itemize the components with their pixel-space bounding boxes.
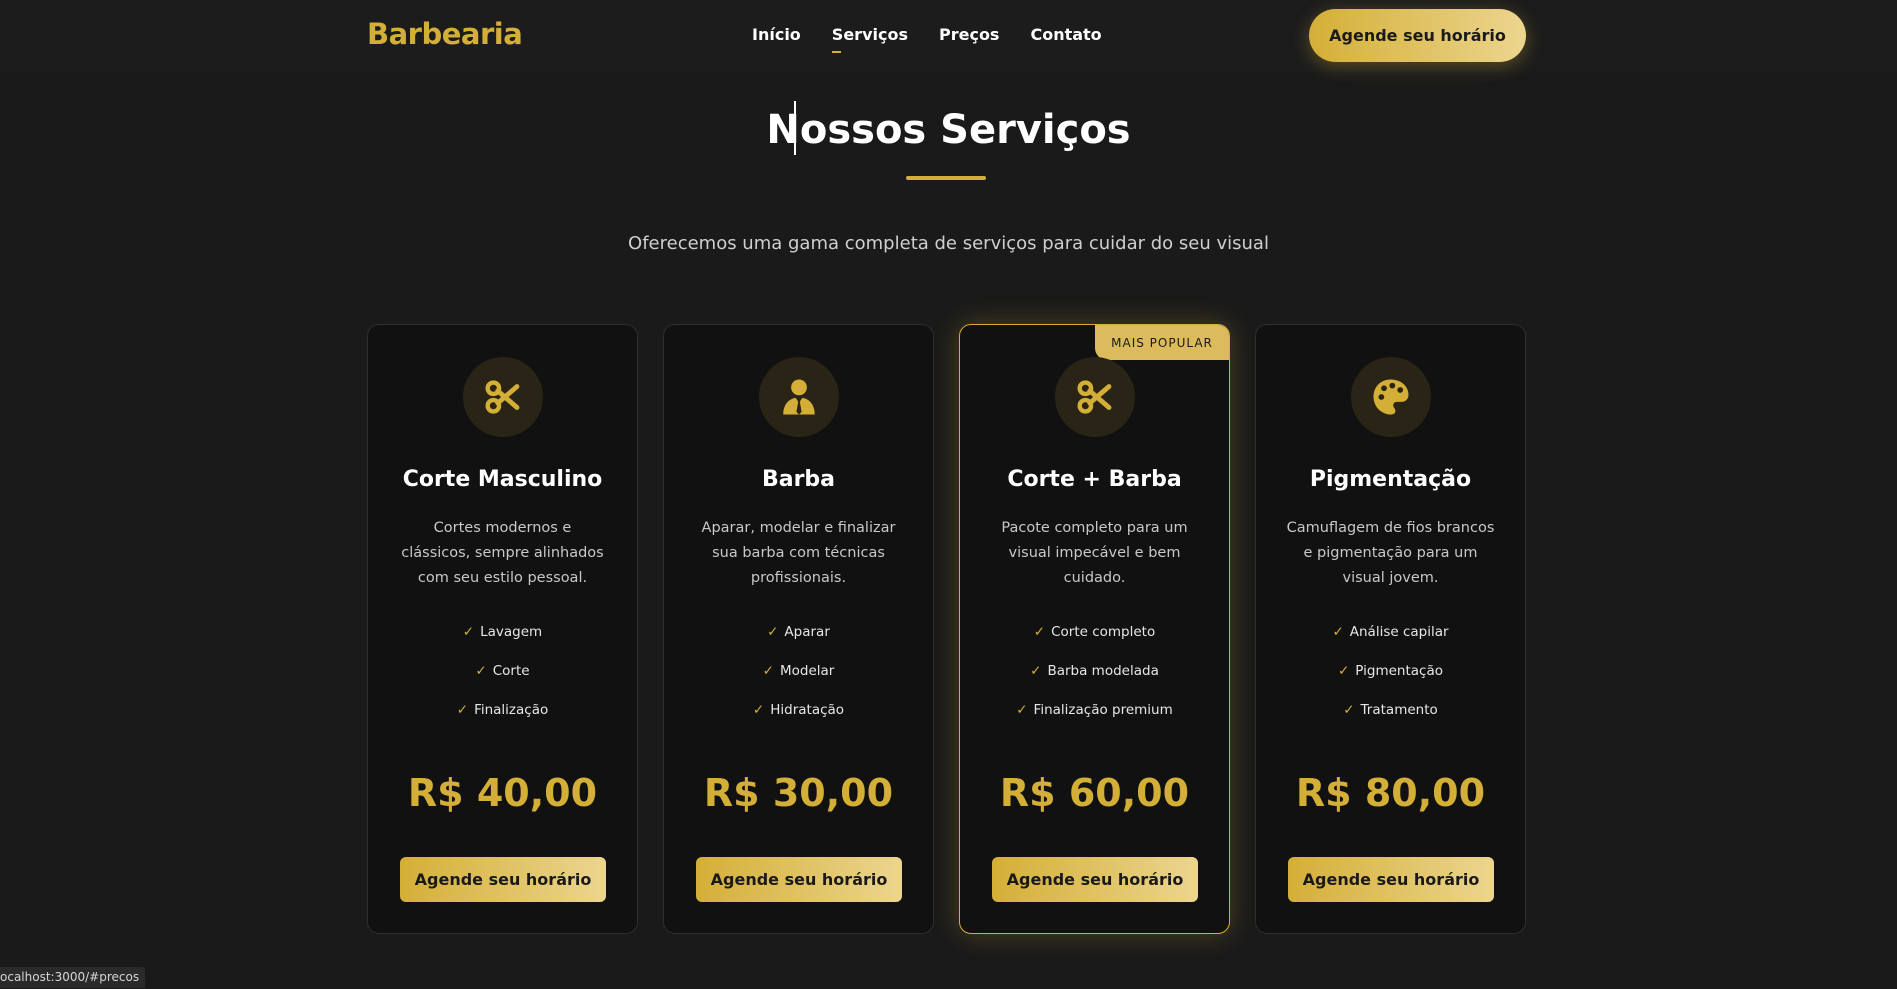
user-tie-icon: [759, 357, 839, 437]
check-icon: ✓: [1332, 624, 1344, 640]
nav-contato[interactable]: Contato: [1030, 25, 1101, 44]
feature-list: ✓ Aparar ✓ Modelar ✓ Hidratação: [664, 624, 933, 741]
feature-item: ✓ Corte completo: [1033, 624, 1156, 640]
card-description: Aparar, modelar e finalizar sua barba co…: [701, 520, 896, 586]
feature-list: ✓ Corte completo ✓ Barba modelada ✓ Finaliz…: [960, 624, 1229, 741]
feature-item: ✓ Tratamento: [1343, 702, 1438, 718]
feature-list: ✓ Análise capilar ✓ Pigmentação ✓ Tratament…: [1256, 624, 1525, 741]
header-schedule-button[interactable]: Agende seu horário: [1309, 9, 1526, 62]
popular-badge: MAIS POPULAR: [1095, 325, 1229, 360]
card-price: R$ 40,00: [407, 771, 598, 815]
feature-item: ✓ Finalização: [456, 702, 549, 718]
check-icon: ✓: [752, 702, 765, 718]
feature-item: ✓ Corte: [475, 663, 530, 679]
section-heading: Nossos Serviços: [0, 100, 1897, 160]
brand-logo[interactable]: Barbearia: [367, 17, 523, 51]
section-title: Nossos Serviços: [766, 107, 1131, 153]
title-underline: [906, 176, 986, 180]
card-title: Corte Masculino: [402, 467, 603, 492]
check-icon: ✓: [1343, 702, 1355, 718]
feature-item: ✓ Lavagem: [462, 624, 543, 640]
nav-precos[interactable]: Preços: [939, 25, 999, 44]
service-card-corte-masculino: Corte Masculino Cortes modernos e clássi…: [367, 324, 638, 934]
nav-servicos[interactable]: Serviços: [831, 25, 908, 53]
check-icon: ✓: [1030, 663, 1042, 679]
schedule-button[interactable]: Agende seu horário: [696, 857, 902, 902]
status-bar-url: ocalhost:3000/#precos: [0, 967, 146, 988]
feature-item: ✓ Modelar: [762, 663, 835, 679]
feature-item: ✓ Análise capilar: [1332, 624, 1449, 640]
card-price: R$ 80,00: [1295, 771, 1486, 815]
nav-inicio[interactable]: Início: [752, 25, 801, 44]
scissors-icon: [1055, 357, 1135, 437]
check-icon: ✓: [475, 663, 487, 679]
check-icon: ✓: [1337, 663, 1350, 679]
card-description: Cortes modernos e clássicos, sempre alin…: [401, 520, 604, 586]
card-title: Barba: [761, 467, 836, 492]
section-subtitle: Oferecemos uma gama completa de serviços…: [628, 233, 1269, 254]
check-icon: ✓: [1033, 624, 1046, 640]
feature-list: ✓ Lavagem ✓ Corte ✓ Finalização: [368, 624, 637, 741]
card-description: Camuflagem de fios brancos e pigmentação…: [1286, 520, 1495, 586]
check-icon: ✓: [767, 624, 779, 640]
scissors-icon: [463, 357, 543, 437]
card-description: Pacote completo para um visual impecável…: [1001, 520, 1188, 586]
feature-item: ✓ Finalização premium: [1016, 702, 1173, 718]
service-card-pigmentacao: Pigmentação Camuflagem de fios brancos e…: [1255, 324, 1526, 934]
card-title: Pigmentação: [1309, 467, 1472, 492]
palette-icon: [1351, 357, 1431, 437]
check-icon: ✓: [456, 702, 469, 718]
service-card-barba: Barba Aparar, modelar e finalizar sua ba…: [663, 324, 934, 934]
schedule-button[interactable]: Agende seu horário: [992, 857, 1198, 902]
card-price: R$ 30,00: [703, 771, 894, 815]
check-icon: ✓: [762, 663, 774, 679]
feature-item: ✓ Pigmentação: [1337, 663, 1443, 679]
feature-item: ✓ Barba modelada: [1030, 663, 1159, 679]
card-price: R$ 60,00: [999, 771, 1190, 815]
service-card-corte-barba: MAIS POPULAR Corte + Barba Pacote comple…: [959, 324, 1230, 934]
card-title: Corte + Barba: [1007, 467, 1182, 492]
site-header: Barbearia Início Serviços Preços Contato…: [0, 0, 1897, 72]
services-grid: Corte Masculino Cortes modernos e clássi…: [367, 324, 1526, 934]
schedule-button[interactable]: Agende seu horário: [1288, 857, 1494, 902]
main-nav: Início Serviços Preços Contato: [752, 25, 1102, 53]
check-icon: ✓: [1016, 702, 1028, 718]
feature-item: ✓ Aparar: [767, 624, 830, 640]
feature-item: ✓ Hidratação: [752, 702, 845, 718]
check-icon: ✓: [462, 624, 475, 640]
schedule-button[interactable]: Agende seu horário: [400, 857, 606, 902]
